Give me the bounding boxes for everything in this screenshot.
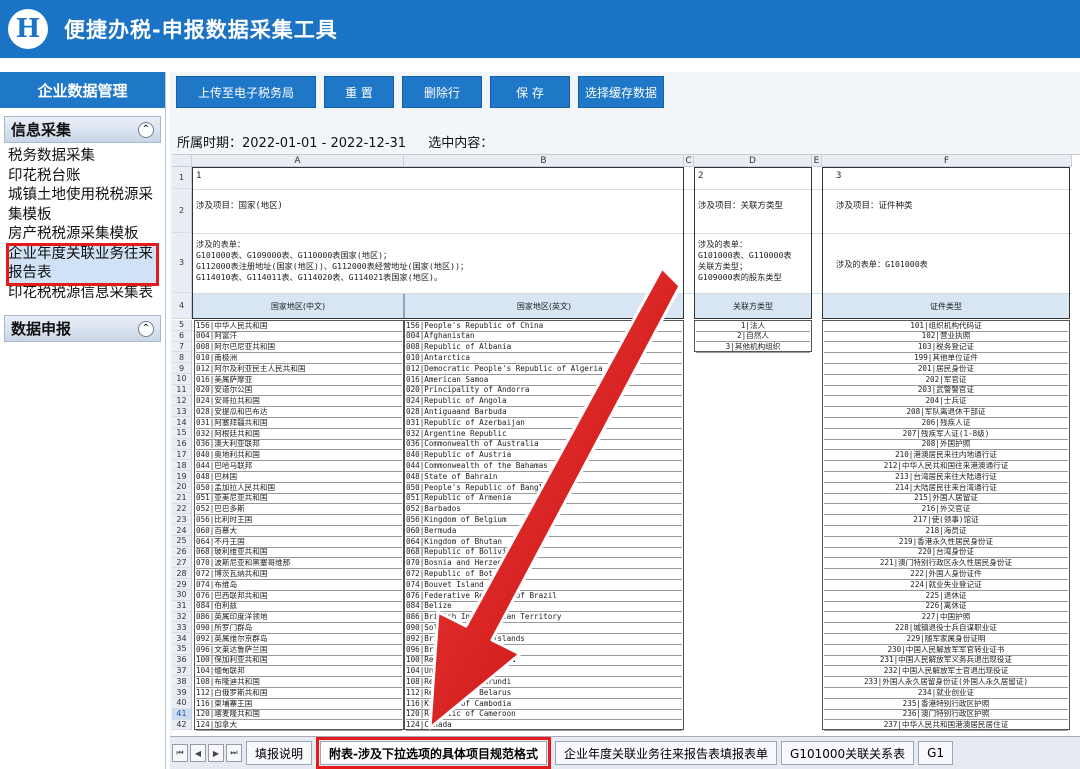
row-header[interactable]: 6 (172, 330, 192, 342)
column-header[interactable]: D (694, 155, 812, 167)
row-header[interactable]: 19 (172, 471, 192, 482)
main-panel: 上传至电子税务局 重 置 删除行 保 存 选择缓存数据 所属时期：2022-01… (170, 72, 1080, 769)
prev-sheet-icon[interactable]: ◀ (190, 744, 206, 762)
sidebar-item[interactable]: 城镇土地使用税税源采集模板 (8, 186, 159, 225)
app-title: 便捷办税-申报数据采集工具 (64, 18, 338, 42)
column-header[interactable]: F (822, 155, 1072, 167)
sidebar-section-data-declare[interactable]: 数据申报 ⌃ (4, 315, 161, 342)
sidebar-section-title: 数据申报 (11, 320, 72, 338)
row-header[interactable]: 41 (172, 708, 192, 720)
save-button[interactable]: 保 存 (490, 76, 570, 108)
column-header[interactable]: E (812, 155, 822, 167)
region-a-frame (192, 167, 684, 319)
country-en-border (404, 320, 684, 731)
sheet-tab-bar: ⏮ ◀ ▶ ⏭ 填报说明 附表-涉及下拉选项的具体项目规范格式 企业年度关联业务… (170, 736, 1080, 769)
row-header[interactable]: 8 (172, 352, 192, 364)
period-text: 所属时期：2022-01-01 - 2022-12-31 (177, 136, 407, 151)
row-header[interactable]: 33 (172, 622, 192, 634)
row-header[interactable]: 2 (172, 189, 192, 233)
row-header[interactable]: 18 (172, 460, 192, 472)
spreadsheet[interactable]: ABCDEFG1234123涉及项目：国家(地区)涉及项目：关联方类型涉及项目：… (172, 154, 1080, 736)
column-header[interactable]: B (404, 155, 684, 167)
toolbar: 上传至电子税务局 重 置 删除行 保 存 选择缓存数据 (176, 76, 664, 108)
tab-g1[interactable]: G1 (918, 741, 954, 765)
row-header[interactable]: 31 (172, 600, 192, 612)
sidebar-items: 税务数据采集 印花税台账 城镇土地使用税税源采集模板 房产税税源采集模板 企业年度关联业… (0, 143, 165, 303)
id-type-border (822, 320, 1070, 731)
row-header[interactable]: 7 (172, 341, 192, 353)
tab-g101000[interactable]: G101000关联关系表 (781, 741, 915, 765)
row-header[interactable]: 14 (172, 417, 192, 428)
first-sheet-icon[interactable]: ⏮ (172, 744, 188, 762)
title-gap (0, 58, 1080, 72)
collapse-icon[interactable]: ⌃ (138, 320, 154, 337)
row-header[interactable]: 25 (172, 536, 192, 547)
sidebar-header: 企业数据管理 (0, 72, 165, 108)
row-header[interactable]: 30 (172, 590, 192, 601)
country-cn-border (194, 320, 404, 731)
row-header[interactable]: 35 (172, 644, 192, 655)
sidebar-section-title: 信息采集 (11, 121, 72, 139)
row-header[interactable]: 34 (172, 633, 192, 644)
region-f-frame (822, 167, 1070, 319)
column-header[interactable]: C (684, 155, 694, 167)
row-header[interactable]: 3 (172, 233, 192, 293)
row-header[interactable]: 21 (172, 492, 192, 504)
row-header[interactable]: 37 (172, 665, 192, 677)
row-header[interactable]: 4 (172, 293, 192, 319)
row-header[interactable]: 38 (172, 676, 192, 688)
reset-button[interactable]: 重 置 (324, 76, 394, 108)
select-cache-button[interactable]: 选择缓存数据 (578, 76, 664, 108)
app-title-bar: H 便捷办税-申报数据采集工具 (0, 0, 1080, 58)
tab-report-form[interactable]: 企业年度关联业务往来报告表填报表单 (555, 741, 778, 765)
row-header[interactable]: 22 (172, 503, 192, 515)
collapse-icon[interactable]: ⌃ (138, 121, 154, 138)
party-type-border (694, 320, 812, 353)
row-header[interactable]: 17 (172, 449, 192, 461)
sidebar-item[interactable]: 房产税税源采集模板 (8, 225, 159, 245)
row-header[interactable]: 29 (172, 579, 192, 590)
row-header[interactable]: 26 (172, 546, 192, 558)
selected-content-label: 选中内容： (428, 136, 494, 151)
period-line: 所属时期：2022-01-01 - 2022-12-31 选中内容： (177, 132, 493, 151)
row-header[interactable]: 42 (172, 719, 192, 731)
row-header[interactable]: 39 (172, 687, 192, 698)
sidebar-item[interactable]: 印花税台账 (8, 167, 159, 187)
row-header[interactable]: 16 (172, 438, 192, 450)
upload-button[interactable]: 上传至电子税务局 (176, 76, 316, 108)
row-header[interactable]: 11 (172, 384, 192, 396)
row-header[interactable]: 23 (172, 514, 192, 526)
sidebar: 企业数据管理 信息采集 ⌃ 税务数据采集 印花税台账 城镇土地使用税税源采集模板 房产… (0, 72, 166, 769)
row-header[interactable]: 13 (172, 406, 192, 418)
row-header[interactable]: 15 (172, 428, 192, 439)
column-header[interactable]: A (192, 155, 404, 167)
tab-dropdown-spec[interactable]: 附表-涉及下拉选项的具体项目规范格式 (316, 737, 551, 769)
column-header[interactable] (172, 155, 192, 167)
row-header[interactable]: 27 (172, 557, 192, 569)
sidebar-section-info-collect[interactable]: 信息采集 ⌃ (4, 116, 161, 143)
row-header[interactable]: 9 (172, 363, 192, 374)
sidebar-item[interactable]: 税务数据采集 (8, 147, 159, 167)
row-header[interactable]: 40 (172, 698, 192, 709)
row-header[interactable]: 20 (172, 482, 192, 493)
delete-row-button[interactable]: 删除行 (402, 76, 482, 108)
next-sheet-icon[interactable]: ▶ (208, 744, 224, 762)
row-header[interactable]: 32 (172, 611, 192, 623)
row-header[interactable]: 12 (172, 395, 192, 407)
sidebar-item[interactable]: 印花税税源信息采集表 (8, 284, 159, 304)
row-header[interactable]: 36 (172, 654, 192, 666)
row-header[interactable]: 5 (172, 320, 192, 331)
row-header[interactable]: 10 (172, 374, 192, 385)
row-header[interactable]: 24 (172, 525, 192, 536)
row-header[interactable]: 28 (172, 568, 192, 580)
sidebar-item[interactable]: 企业年度关联业务往来报告表 (6, 242, 159, 286)
last-sheet-icon[interactable]: ⏭ (226, 744, 242, 762)
app-logo-icon: H (8, 9, 48, 49)
region-d-frame (694, 167, 812, 319)
row-header[interactable]: 1 (172, 167, 192, 189)
spreadsheet-grid[interactable]: ABCDEFG1234123涉及项目：国家(地区)涉及项目：关联方类型涉及项目：… (172, 155, 1080, 736)
tab-instructions[interactable]: 填报说明 (246, 741, 313, 765)
